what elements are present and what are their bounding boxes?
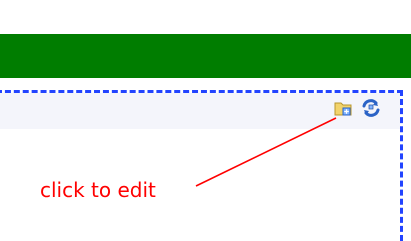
- refresh-icon[interactable]: [360, 98, 380, 118]
- screenshot-stage: click to edit: [0, 0, 411, 241]
- header-bar: [0, 34, 411, 78]
- edit-folder-icon[interactable]: [333, 98, 353, 118]
- annotation-label: click to edit: [40, 178, 156, 202]
